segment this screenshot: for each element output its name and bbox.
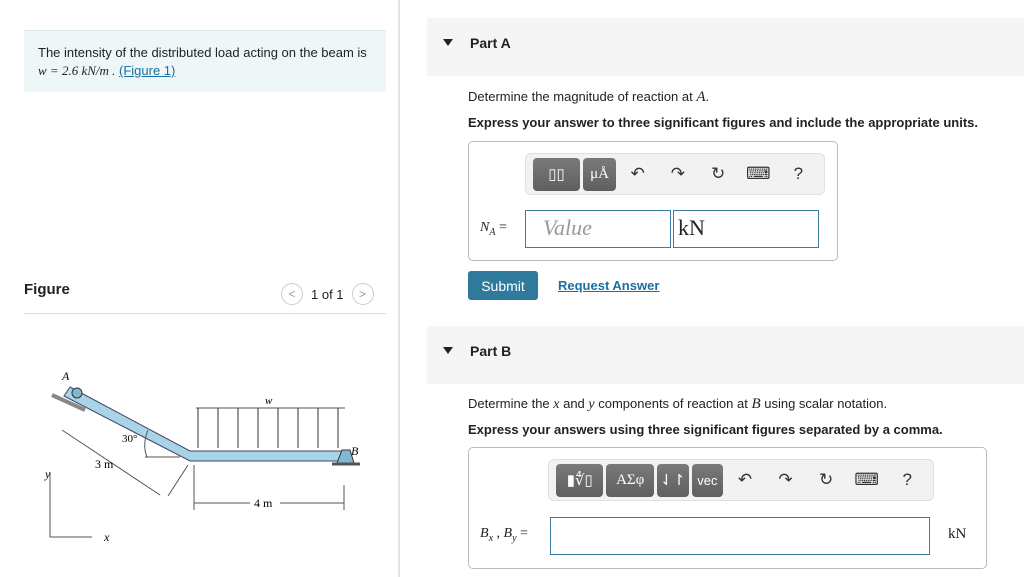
- label-A: A: [61, 369, 70, 383]
- part-a-question: Determine the magnitude of reaction at A…: [468, 89, 710, 105]
- part-b-toolbar: ▮∜▯ ΑΣφ ⇃↾ vec ↶ ↷ ↻ ⌨ ?: [548, 459, 934, 501]
- label-B: B: [351, 444, 359, 458]
- bx-by-label: Bx , By =: [480, 526, 528, 544]
- submit-button[interactable]: Submit: [468, 271, 538, 300]
- unit-input[interactable]: kN: [673, 210, 819, 248]
- label-w: w: [265, 395, 273, 407]
- arrows-button[interactable]: ⇃↾: [656, 463, 689, 497]
- label-angle: 30°: [122, 433, 137, 445]
- reset-icon[interactable]: ↻: [807, 470, 845, 490]
- request-answer-link[interactable]: Request Answer: [558, 278, 659, 293]
- unit-label: kN: [948, 526, 967, 542]
- help-icon[interactable]: ?: [888, 470, 926, 490]
- collapse-triangle-icon: [443, 39, 453, 46]
- na-label: NA =: [480, 220, 507, 238]
- reset-icon[interactable]: ↻: [700, 164, 737, 184]
- part-b-instruction: Express your answers using three signifi…: [468, 422, 943, 437]
- part-a-title: Part A: [470, 35, 511, 51]
- roller-A: [71, 387, 83, 399]
- value-input[interactable]: Value: [525, 210, 671, 248]
- redo-icon[interactable]: ↷: [767, 470, 805, 490]
- label-4m: 4 m: [254, 496, 273, 510]
- beam-figure: A B w 30° 3 m 4 m y x: [44, 369, 360, 544]
- redo-icon[interactable]: ↷: [659, 164, 696, 184]
- undo-icon[interactable]: ↶: [619, 164, 656, 184]
- keyboard-icon[interactable]: ⌨: [848, 470, 886, 490]
- units-button[interactable]: μÅ: [582, 157, 617, 191]
- label-y: y: [44, 467, 51, 481]
- vector-button[interactable]: vec: [691, 463, 724, 497]
- label-x: x: [103, 530, 110, 544]
- templates-button[interactable]: ▮∜▯: [556, 463, 604, 497]
- help-icon[interactable]: ?: [780, 164, 817, 184]
- part-a-header[interactable]: Part A: [427, 18, 1024, 76]
- label-3m: 3 m: [95, 457, 114, 471]
- part-a-instruction: Express your answer to three significant…: [468, 115, 978, 130]
- part-b-question: Determine the x and y components of reac…: [468, 396, 888, 412]
- collapse-triangle-icon: [443, 347, 453, 354]
- bx-by-input[interactable]: [550, 517, 930, 555]
- part-b-answer-box: ▮∜▯ ΑΣφ ⇃↾ vec ↶ ↷ ↻ ⌨ ? Bx , By = kN: [468, 447, 987, 569]
- part-b-header[interactable]: Part B: [427, 326, 1024, 384]
- keyboard-icon[interactable]: ⌨: [740, 164, 777, 184]
- undo-icon[interactable]: ↶: [726, 470, 764, 490]
- greek-button[interactable]: ΑΣφ: [606, 463, 654, 497]
- distributed-load-arrows: [197, 408, 339, 448]
- templates-button[interactable]: ▯▯: [533, 157, 580, 191]
- part-b-title: Part B: [470, 343, 512, 359]
- part-a-toolbar: ▯▯ μÅ ↶ ↷ ↻ ⌨ ?: [525, 153, 825, 195]
- part-a-answer-box: ▯▯ μÅ ↶ ↷ ↻ ⌨ ? NA = Value kN: [468, 141, 838, 261]
